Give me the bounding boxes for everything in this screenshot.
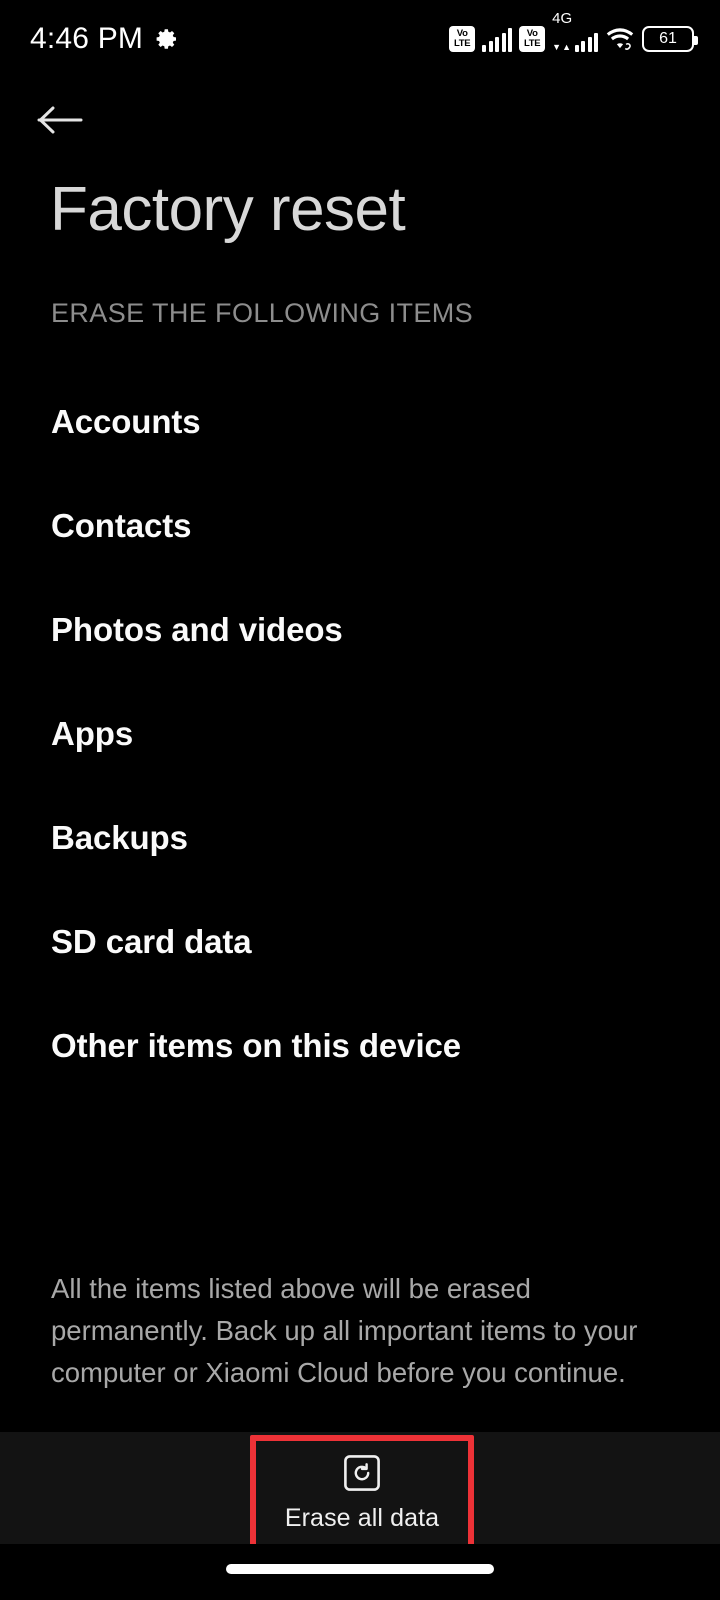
list-item-label: Backups	[51, 819, 188, 856]
list-item[interactable]: Backups	[0, 786, 720, 890]
erase-items-list: Accounts Contacts Photos and videos Apps…	[0, 370, 720, 1098]
erase-all-data-label: Erase all data	[284, 1504, 440, 1532]
list-item[interactable]: Contacts	[0, 474, 720, 578]
volte-sim1-icon: Vo LTE	[449, 26, 476, 52]
list-item[interactable]: Other items on this device	[0, 994, 720, 1098]
volte-sim2-line2: LTE	[523, 38, 541, 49]
system-navigation-bar	[0, 1544, 720, 1600]
battery-icon: 61	[642, 26, 698, 52]
signal-bars-sim2-icon	[574, 26, 598, 52]
phone-screen: 4:46 PM Vo LTE Vo LTE 4G ▼ ▲ 61 Factory …	[0, 0, 720, 1600]
signal-bars-sim1-icon	[482, 26, 513, 52]
list-item-label: SD card data	[51, 923, 252, 960]
data-transfer-arrows-icon: ▼ ▲	[552, 42, 571, 52]
back-arrow-icon[interactable]	[36, 103, 84, 137]
list-item[interactable]: Apps	[0, 682, 720, 786]
mobile-data-group: 4G ▼ ▲	[552, 11, 598, 52]
list-item-label: Accounts	[51, 403, 201, 440]
wifi-icon	[605, 26, 635, 52]
gear-icon	[155, 27, 179, 51]
battery-level-label: 61	[659, 30, 677, 47]
section-header-erase-items: ERASE THE FOLLOWING ITEMS	[51, 298, 474, 328]
status-bar-right: Vo LTE Vo LTE 4G ▼ ▲ 61	[449, 11, 698, 52]
volte-sim2-icon: Vo LTE	[519, 26, 546, 52]
erase-all-data-highlight: Erase all data	[250, 1435, 474, 1552]
reset-icon	[343, 1454, 381, 1492]
back-button[interactable]	[36, 88, 108, 152]
status-bar: 4:46 PM Vo LTE Vo LTE 4G ▼ ▲ 61	[0, 0, 720, 78]
home-indicator[interactable]	[226, 1564, 494, 1574]
page-title: Factory reset	[50, 175, 406, 244]
status-bar-left: 4:46 PM	[30, 22, 179, 56]
list-item-label: Photos and videos	[51, 611, 343, 648]
list-item[interactable]: Accounts	[0, 370, 720, 474]
list-item-label: Other items on this device	[51, 1027, 462, 1064]
list-item[interactable]: Photos and videos	[0, 578, 720, 682]
erase-all-data-button[interactable]: Erase all data	[256, 1441, 468, 1546]
list-item-label: Contacts	[51, 507, 192, 544]
status-bar-clock: 4:46 PM	[30, 22, 144, 55]
footer-warning-text: All the items listed above will be erase…	[51, 1273, 638, 1388]
network-type-label: 4G	[552, 10, 573, 27]
list-item[interactable]: SD card data	[0, 890, 720, 994]
list-item-label: Apps	[51, 715, 134, 752]
volte-sim1-line2: LTE	[453, 38, 471, 49]
